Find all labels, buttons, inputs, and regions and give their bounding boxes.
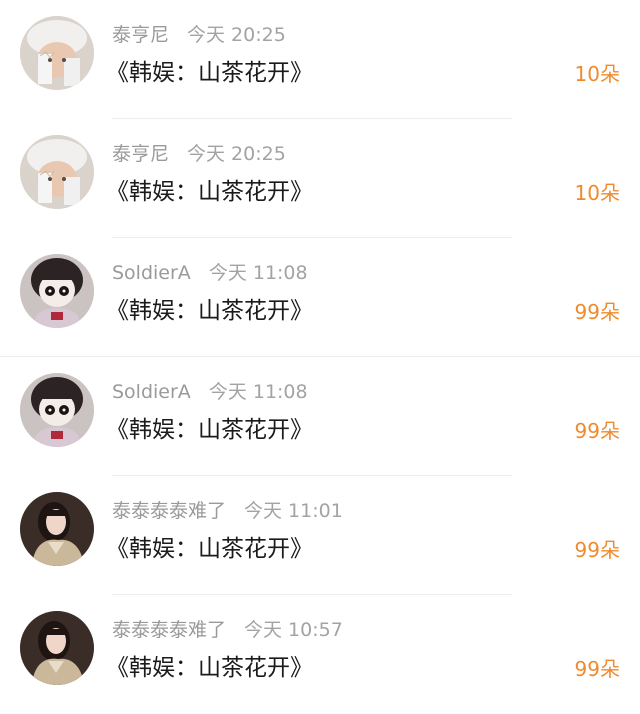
gift-amount: 10朵 xyxy=(574,62,620,86)
record-meta: 泰泰泰泰难了 今天 10:57 xyxy=(112,617,343,643)
avatar-woman-portrait-icon xyxy=(20,611,94,685)
record-meta: 泰泰泰泰难了 今天 11:01 xyxy=(112,498,343,524)
list-item[interactable]: 泰亨尼 今天 20:25 《韩娱：山茶花开》 10朵 xyxy=(0,119,640,238)
record-time: 今天 20:25 xyxy=(187,143,286,165)
book-title: 《韩娱：山茶花开》 xyxy=(106,298,313,324)
user-name[interactable]: SoldierA xyxy=(112,262,191,284)
book-title: 《韩娱：山茶花开》 xyxy=(106,60,313,86)
book-title: 《韩娱：山茶花开》 xyxy=(106,655,313,681)
user-name[interactable]: 泰泰泰泰难了 xyxy=(112,500,226,522)
user-name[interactable]: 泰亨尼 xyxy=(112,24,169,46)
record-time: 今天 11:08 xyxy=(208,381,308,403)
record-meta: 泰亨尼 今天 20:25 xyxy=(112,22,286,48)
record-meta: 泰亨尼 今天 20:25 xyxy=(112,141,286,167)
gift-amount: 99朵 xyxy=(574,419,620,443)
gift-amount: 99朵 xyxy=(574,657,620,681)
list-item[interactable]: 泰亨尼 今天 20:25 《韩娱：山茶花开》 10朵 xyxy=(0,0,640,119)
gift-amount: 99朵 xyxy=(574,300,620,324)
book-title: 《韩娱：山茶花开》 xyxy=(106,179,313,205)
user-name[interactable]: SoldierA xyxy=(112,381,191,403)
avatar-white-hat-icon xyxy=(20,135,94,209)
book-title: 《韩娱：山茶花开》 xyxy=(106,536,313,562)
user-avatar[interactable] xyxy=(20,16,94,90)
list-item[interactable]: 泰泰泰泰难了 今天 10:57 《韩娱：山茶花开》 99朵 xyxy=(0,595,640,714)
book-title: 《韩娱：山茶花开》 xyxy=(106,417,313,443)
user-avatar[interactable] xyxy=(20,373,94,447)
user-name[interactable]: 泰泰泰泰难了 xyxy=(112,619,226,641)
avatar-white-hat-icon xyxy=(20,16,94,90)
avatar-woman-portrait-icon xyxy=(20,492,94,566)
record-time: 今天 11:08 xyxy=(208,262,308,284)
avatar-doll-icon xyxy=(20,373,94,447)
user-avatar[interactable] xyxy=(20,611,94,685)
avatar-doll-icon xyxy=(20,254,94,328)
list-item[interactable]: SoldierA 今天 11:08 《韩娱：山茶花开》 99朵 xyxy=(0,357,640,476)
list-item[interactable]: SoldierA 今天 11:08 《韩娱：山茶花开》 99朵 xyxy=(0,238,640,357)
user-avatar[interactable] xyxy=(20,254,94,328)
record-time: 今天 20:25 xyxy=(187,24,286,46)
user-avatar[interactable] xyxy=(20,492,94,566)
gift-record-list: 泰亨尼 今天 20:25 《韩娱：山茶花开》 10朵 泰亨尼 今天 20:25 《韩… xyxy=(0,0,640,704)
user-name[interactable]: 泰亨尼 xyxy=(112,143,169,165)
gift-amount: 10朵 xyxy=(574,181,620,205)
list-item[interactable]: 泰泰泰泰难了 今天 11:01 《韩娱：山茶花开》 99朵 xyxy=(0,476,640,595)
record-time: 今天 10:57 xyxy=(244,619,343,641)
record-meta: SoldierA 今天 11:08 xyxy=(112,379,308,405)
user-avatar[interactable] xyxy=(20,135,94,209)
record-time: 今天 11:01 xyxy=(244,500,343,522)
record-meta: SoldierA 今天 11:08 xyxy=(112,260,308,286)
gift-amount: 99朵 xyxy=(574,538,620,562)
